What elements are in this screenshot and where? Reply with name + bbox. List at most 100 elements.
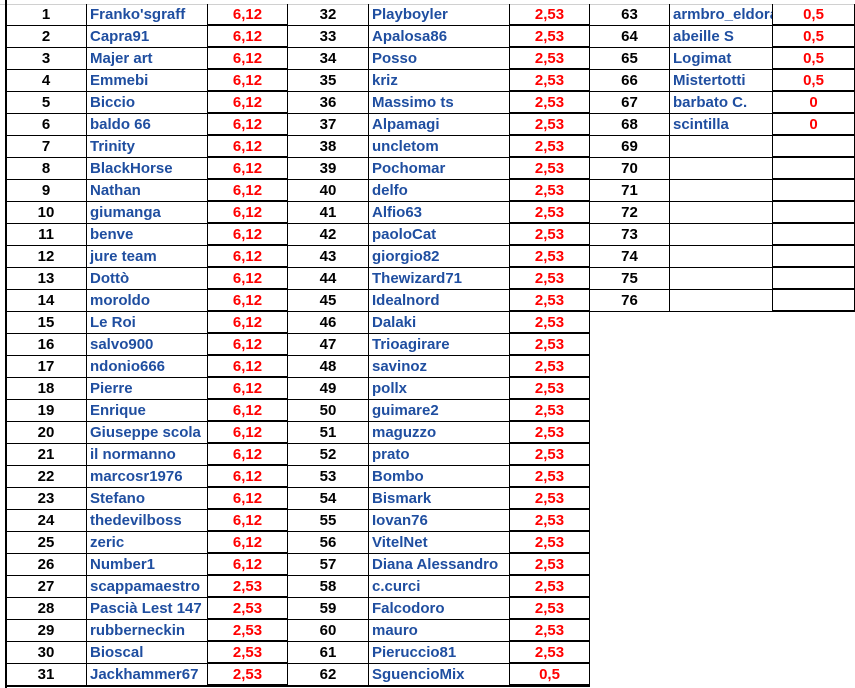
player-name-cell[interactable]: maguzzo [369,422,510,444]
score-cell[interactable]: 2,53 [510,290,590,312]
player-name-cell[interactable]: Mistertotti [670,70,773,92]
rank-cell[interactable]: 25 [6,532,87,554]
player-name-cell[interactable]: Dottò [87,268,208,290]
rank-cell[interactable]: 24 [6,510,87,532]
score-cell[interactable]: 6,12 [208,268,288,290]
score-cell[interactable]: 6,12 [208,224,288,246]
score-cell[interactable]: 6,12 [208,114,288,136]
rank-cell[interactable]: 31 [6,664,87,686]
rank-cell[interactable]: 8 [6,158,87,180]
rank-cell[interactable]: 34 [288,48,369,70]
player-name-cell[interactable]: rubberneckin [87,620,208,642]
score-cell[interactable]: 0,5 [510,664,590,686]
score-cell[interactable]: 2,53 [510,576,590,598]
score-cell[interactable]: 2,53 [208,620,288,642]
score-cell[interactable]: 6,12 [208,356,288,378]
score-cell[interactable]: 2,53 [510,510,590,532]
score-cell[interactable]: 2,53 [510,422,590,444]
score-cell[interactable]: 2,53 [510,554,590,576]
rank-cell[interactable]: 60 [288,620,369,642]
player-name-cell[interactable]: thedevilboss [87,510,208,532]
player-name-cell[interactable]: VitelNet [369,532,510,554]
score-cell[interactable]: 6,12 [208,4,288,26]
player-name-cell[interactable]: salvo900 [87,334,208,356]
player-name-cell[interactable]: Majer art [87,48,208,70]
rank-cell[interactable]: 27 [6,576,87,598]
rank-cell[interactable]: 59 [288,598,369,620]
player-name-cell[interactable] [670,246,773,268]
score-cell[interactable]: 2,53 [510,620,590,642]
rank-cell[interactable]: 7 [6,136,87,158]
score-cell[interactable]: 6,12 [208,554,288,576]
rank-cell[interactable]: 73 [590,224,670,246]
player-name-cell[interactable]: Pierre [87,378,208,400]
score-cell[interactable]: 6,12 [208,400,288,422]
rank-cell[interactable]: 75 [590,268,670,290]
rank-cell[interactable]: 47 [288,334,369,356]
score-cell[interactable]: 6,12 [208,246,288,268]
rank-cell[interactable]: 49 [288,378,369,400]
player-name-cell[interactable]: Emmebi [87,70,208,92]
score-cell[interactable]: 6,12 [208,158,288,180]
player-name-cell[interactable]: Thewizard71 [369,268,510,290]
score-cell[interactable] [773,180,855,202]
rank-cell[interactable]: 44 [288,268,369,290]
player-name-cell[interactable]: Jackhammer67 [87,664,208,686]
rank-cell[interactable]: 66 [590,70,670,92]
player-name-cell[interactable]: zeric [87,532,208,554]
rank-cell[interactable]: 22 [6,466,87,488]
rank-cell[interactable]: 23 [6,488,87,510]
rank-cell[interactable]: 74 [590,246,670,268]
score-cell[interactable]: 2,53 [208,642,288,664]
player-name-cell[interactable] [670,268,773,290]
player-name-cell[interactable]: Capra91 [87,26,208,48]
player-name-cell[interactable] [670,202,773,224]
player-name-cell[interactable]: Alfio63 [369,202,510,224]
score-cell[interactable]: 6,12 [208,290,288,312]
player-name-cell[interactable]: pollx [369,378,510,400]
score-cell[interactable]: 0,5 [773,26,855,48]
score-cell[interactable]: 2,53 [510,202,590,224]
player-name-cell[interactable]: Playboyler [369,4,510,26]
rank-cell[interactable]: 20 [6,422,87,444]
score-cell[interactable]: 6,12 [208,136,288,158]
score-cell[interactable]: 2,53 [510,224,590,246]
player-name-cell[interactable]: Trinity [87,136,208,158]
player-name-cell[interactable]: Apalosa86 [369,26,510,48]
score-cell[interactable]: 2,53 [510,92,590,114]
player-name-cell[interactable] [670,290,773,312]
player-name-cell[interactable]: marcosr1976 [87,466,208,488]
rank-cell[interactable]: 4 [6,70,87,92]
score-cell[interactable]: 2,53 [510,334,590,356]
rank-cell[interactable]: 69 [590,136,670,158]
score-cell[interactable]: 0,5 [773,70,855,92]
score-cell[interactable]: 6,12 [208,334,288,356]
rank-cell[interactable]: 45 [288,290,369,312]
player-name-cell[interactable]: barbato C. [670,92,773,114]
score-cell[interactable]: 2,53 [510,136,590,158]
rank-cell[interactable]: 14 [6,290,87,312]
rank-cell[interactable]: 41 [288,202,369,224]
score-cell[interactable]: 0 [773,92,855,114]
player-name-cell[interactable]: Franko'sgraff [87,4,208,26]
rank-cell[interactable]: 46 [288,312,369,334]
rank-cell[interactable]: 63 [590,4,670,26]
rank-cell[interactable]: 58 [288,576,369,598]
rank-cell[interactable]: 54 [288,488,369,510]
player-name-cell[interactable]: savinoz [369,356,510,378]
rank-cell[interactable]: 68 [590,114,670,136]
player-name-cell[interactable]: scintilla [670,114,773,136]
score-cell[interactable]: 6,12 [208,532,288,554]
rank-cell[interactable]: 42 [288,224,369,246]
rank-cell[interactable]: 57 [288,554,369,576]
rank-cell[interactable]: 5 [6,92,87,114]
rank-cell[interactable]: 19 [6,400,87,422]
score-cell[interactable]: 2,53 [510,532,590,554]
score-cell[interactable]: 6,12 [208,48,288,70]
player-name-cell[interactable]: BlackHorse [87,158,208,180]
score-cell[interactable] [773,202,855,224]
score-cell[interactable]: 2,53 [510,488,590,510]
rank-cell[interactable]: 29 [6,620,87,642]
score-cell[interactable]: 2,53 [208,576,288,598]
score-cell[interactable]: 2,53 [510,444,590,466]
